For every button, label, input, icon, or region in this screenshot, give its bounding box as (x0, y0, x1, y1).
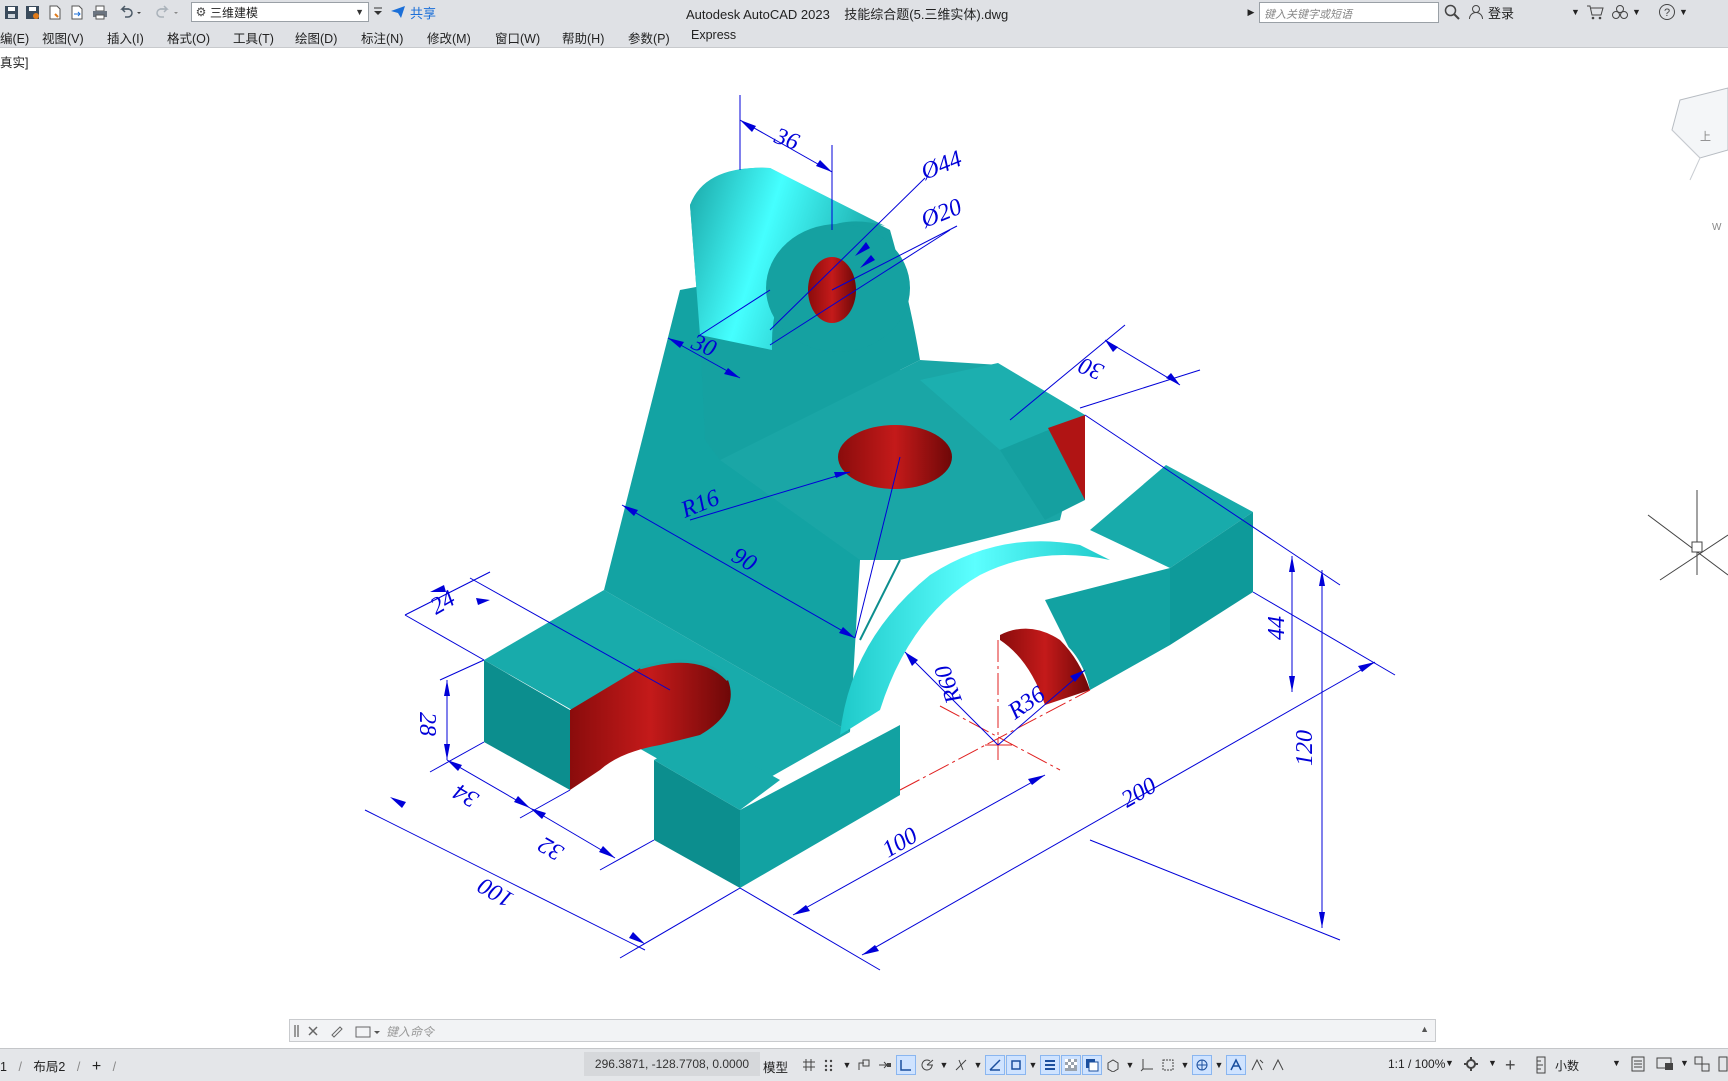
isodraft-icon[interactable] (952, 1056, 970, 1074)
object-snap-icon[interactable] (1006, 1055, 1026, 1075)
dim-32: 32 (534, 831, 569, 866)
chevron-up-icon[interactable]: ▲ (1420, 1024, 1429, 1034)
dim-100-left: 100 (474, 872, 518, 913)
status-bar: 1 / 布局2 / + / 296.3871, -128.7708, 0.000… (0, 1048, 1728, 1081)
add-layout-button[interactable]: + (92, 1058, 101, 1075)
customize-icon[interactable] (1718, 1056, 1728, 1075)
snap-icon[interactable] (821, 1056, 839, 1074)
chevron-down-icon[interactable]: ▼ (939, 1056, 949, 1074)
auto-scale-icon[interactable] (1248, 1056, 1266, 1074)
wrench-icon (331, 1026, 343, 1038)
grid-icon[interactable] (800, 1056, 818, 1074)
chevron-down-icon[interactable]: ▼ (1612, 1058, 1621, 1068)
object-snap-tracking-icon[interactable] (985, 1055, 1005, 1075)
properties-icon[interactable] (1630, 1056, 1646, 1075)
dynamic-ucs-icon[interactable] (1138, 1056, 1156, 1074)
dim-dia20: Ø20 (917, 194, 966, 234)
chevron-down-icon[interactable]: ▼ (1180, 1056, 1190, 1074)
polar-tracking-icon[interactable] (918, 1056, 936, 1074)
transparency-icon[interactable] (1061, 1055, 1081, 1075)
chevron-down-icon[interactable]: ▼ (1214, 1056, 1224, 1074)
chevron-down-icon[interactable]: ▼ (1488, 1058, 1497, 1068)
coordinate-display[interactable]: 296.3871, -128.7708, 0.0000 (584, 1052, 760, 1076)
selection-filter-icon[interactable] (1159, 1056, 1177, 1074)
chevron-down-icon[interactable]: ▼ (1028, 1056, 1038, 1074)
svg-text:W: W (1712, 222, 1722, 233)
tab-layout2[interactable]: 布局2 (33, 1060, 65, 1074)
lineweight-icon[interactable] (1040, 1055, 1060, 1075)
annotation-scale-value[interactable]: 1:1 / 100% (1388, 1057, 1445, 1071)
viewcube[interactable]: 上 W (1671, 87, 1728, 233)
dim-34: 34 (449, 778, 484, 813)
tab-layout1[interactable]: 1 (0, 1060, 7, 1074)
annotation-scale-icon[interactable] (1269, 1056, 1287, 1074)
drafting-toggles: ▼ ▼ ▼ ▼ ▼ ▼ ▼ (800, 1055, 1287, 1075)
screen-icon[interactable] (1656, 1056, 1674, 1075)
dim-30-right: 30 (1075, 351, 1108, 384)
units-icon (1535, 1056, 1547, 1077)
close-icon (308, 1026, 318, 1036)
model-space-button[interactable]: 模型 (763, 1057, 788, 1076)
dim-24: 24 (426, 586, 460, 621)
dynamic-input-icon[interactable] (876, 1056, 894, 1074)
chevron-down-icon[interactable]: ▼ (1125, 1056, 1135, 1074)
gizmo-icon[interactable] (1192, 1055, 1212, 1075)
command-line[interactable]: 键入命令 ▲ (289, 1019, 1436, 1042)
dim-44: 44 (1264, 616, 1290, 640)
dim-100-bottom: 100 (878, 823, 922, 864)
annotation-visibility-icon[interactable] (1226, 1055, 1246, 1075)
plus-icon[interactable]: + (1505, 1055, 1516, 1076)
workspace-switch-icon[interactable] (1463, 1056, 1479, 1075)
selection-cycling-icon[interactable] (1082, 1055, 1102, 1075)
dim-28: 28 (414, 712, 440, 736)
top-hole (838, 425, 952, 489)
dim-120: 120 (1292, 730, 1318, 766)
dim-200: 200 (1117, 773, 1161, 814)
chevron-down-icon[interactable]: ▼ (1445, 1058, 1454, 1068)
chevron-down-icon[interactable]: ▼ (973, 1056, 983, 1074)
dim-36: 36 (770, 123, 802, 156)
model-canvas: 36 Ø44 Ø20 30 30 R16 90 24 28 34 32 100 … (364, 87, 1728, 971)
isolate-objects-icon[interactable] (1694, 1056, 1710, 1075)
3d-object-snap-icon[interactable] (1104, 1056, 1122, 1074)
units-value[interactable]: 小数 (1555, 1057, 1579, 1074)
chevron-down-icon[interactable]: ▼ (1680, 1058, 1689, 1068)
layout-tabs: 1 / 布局2 / + / (0, 1058, 117, 1075)
ortho-icon[interactable] (896, 1055, 916, 1075)
command-input[interactable]: 键入命令 (386, 1023, 434, 1040)
crosshair-cursor (1647, 490, 1728, 581)
svg-text:上: 上 (1700, 130, 1711, 143)
command-history-icon (355, 1026, 371, 1038)
chevron-down-icon[interactable]: ▼ (842, 1056, 852, 1074)
infer-constraints-icon[interactable] (855, 1056, 873, 1074)
dim-dia44: Ø44 (917, 146, 966, 186)
